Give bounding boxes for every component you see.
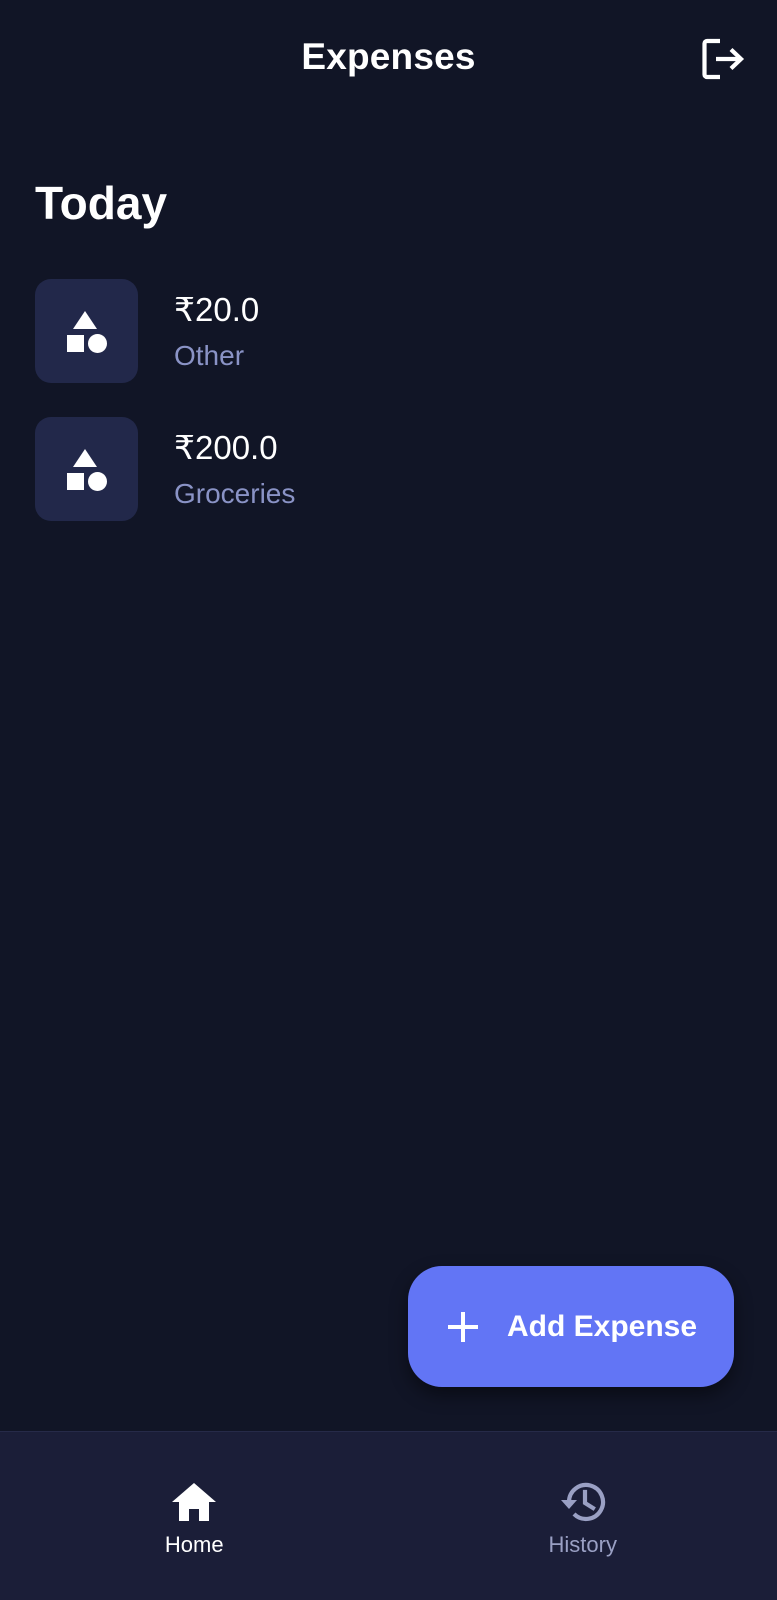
expense-list-item[interactable]: ₹20.0 Other <box>35 279 742 383</box>
category-shapes-icon <box>66 311 107 353</box>
logout-button[interactable] <box>694 30 752 88</box>
expense-amount: ₹200.0 <box>174 428 278 466</box>
expense-amount: ₹20.0 <box>174 290 260 328</box>
logout-icon <box>702 38 745 80</box>
add-expense-button[interactable]: Add Expense <box>408 1266 734 1387</box>
app-screen: Expenses Today ₹20.0 Other ₹200.0 Grocer… <box>0 0 777 1600</box>
nav-item-history[interactable]: History <box>389 1432 777 1600</box>
home-icon <box>170 1480 218 1524</box>
top-app-bar: Expenses <box>0 0 777 118</box>
history-icon <box>559 1480 607 1524</box>
nav-label-history: History <box>548 1532 617 1557</box>
bottom-navigation: Home History <box>0 1431 777 1600</box>
page-title: Expenses <box>301 36 476 77</box>
expense-category: Groceries <box>174 477 296 509</box>
category-shapes-icon <box>66 449 107 491</box>
nav-label-home: Home <box>164 1532 224 1557</box>
expense-list: ₹20.0 Other ₹200.0 Groceries <box>35 279 742 555</box>
add-expense-label: Add Expense <box>506 1309 698 1343</box>
expense-list-item[interactable]: ₹200.0 Groceries <box>35 417 742 521</box>
expense-category: Other <box>174 339 245 371</box>
plus-icon <box>445 1309 481 1345</box>
expense-text: ₹20.0 Other <box>174 290 259 372</box>
expense-text: ₹200.0 Groceries <box>174 428 295 510</box>
category-tile <box>35 279 138 383</box>
nav-item-home[interactable]: Home <box>0 1432 389 1600</box>
section-title-today: Today <box>35 177 168 229</box>
category-tile <box>35 417 138 521</box>
